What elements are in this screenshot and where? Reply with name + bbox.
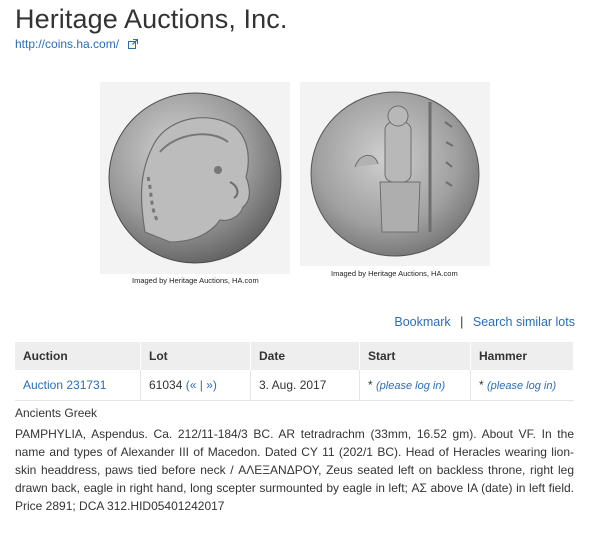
next-lot-link[interactable]: »: [206, 378, 213, 392]
coin-reverse-art: [310, 91, 480, 257]
start-asterisk: *: [368, 378, 373, 392]
lot-description: PAMPHYLIA, Aspendus. Ca. 212/11-184/3 BC…: [15, 427, 574, 513]
col-hammer: Hammer: [470, 342, 574, 370]
coin-obverse-art: [108, 92, 282, 264]
table-row: Auction 231731 61034 (« | ») 3. Aug. 201…: [15, 370, 574, 401]
lot-tools: Bookmark | Search similar lots: [394, 315, 575, 329]
col-start: Start: [359, 342, 471, 370]
page-title: Heritage Auctions, Inc.: [15, 4, 288, 34]
col-lot: Lot: [140, 342, 251, 370]
lot-nav-close: ): [212, 378, 217, 392]
lot-category: Ancients Greek: [15, 406, 98, 420]
date-cell: 3. Aug. 2017: [250, 370, 360, 401]
lot-cell: 61034 (« | »): [140, 370, 251, 401]
search-similar-link[interactable]: Search similar lots: [473, 315, 575, 329]
coin-obverse-image[interactable]: [100, 82, 290, 274]
lot-nav-separator: |: [199, 378, 203, 392]
auction-link[interactable]: Auction 231731: [23, 378, 106, 392]
site-url: http://coins.ha.com/: [15, 37, 120, 51]
auction-table: Auction Lot Date Start Hammer Auction 23…: [15, 342, 574, 401]
start-login-link[interactable]: (please log in): [376, 380, 445, 392]
site-link[interactable]: http://coins.ha.com/: [15, 37, 139, 51]
hammer-cell: * (please log in): [470, 370, 574, 401]
external-link-icon: [128, 39, 139, 49]
auction-cell: Auction 231731: [15, 370, 141, 401]
col-auction: Auction: [15, 342, 141, 370]
hammer-asterisk: *: [479, 378, 484, 392]
bookmark-link[interactable]: Bookmark: [394, 315, 450, 329]
table-header-row: Auction Lot Date Start Hammer: [15, 342, 574, 370]
col-date: Date: [250, 342, 360, 370]
lot-number: 61034: [149, 378, 183, 392]
coin-reverse-image[interactable]: [300, 82, 490, 266]
start-cell: * (please log in): [359, 370, 471, 401]
image-credit-reverse: Imaged by Heritage Auctions, HA.com: [331, 269, 458, 278]
previous-lot-link[interactable]: «: [190, 378, 197, 392]
tools-separator: |: [460, 315, 464, 329]
hammer-login-link[interactable]: (please log in): [487, 380, 556, 392]
image-credit-obverse: Imaged by Heritage Auctions, HA.com: [132, 276, 259, 285]
